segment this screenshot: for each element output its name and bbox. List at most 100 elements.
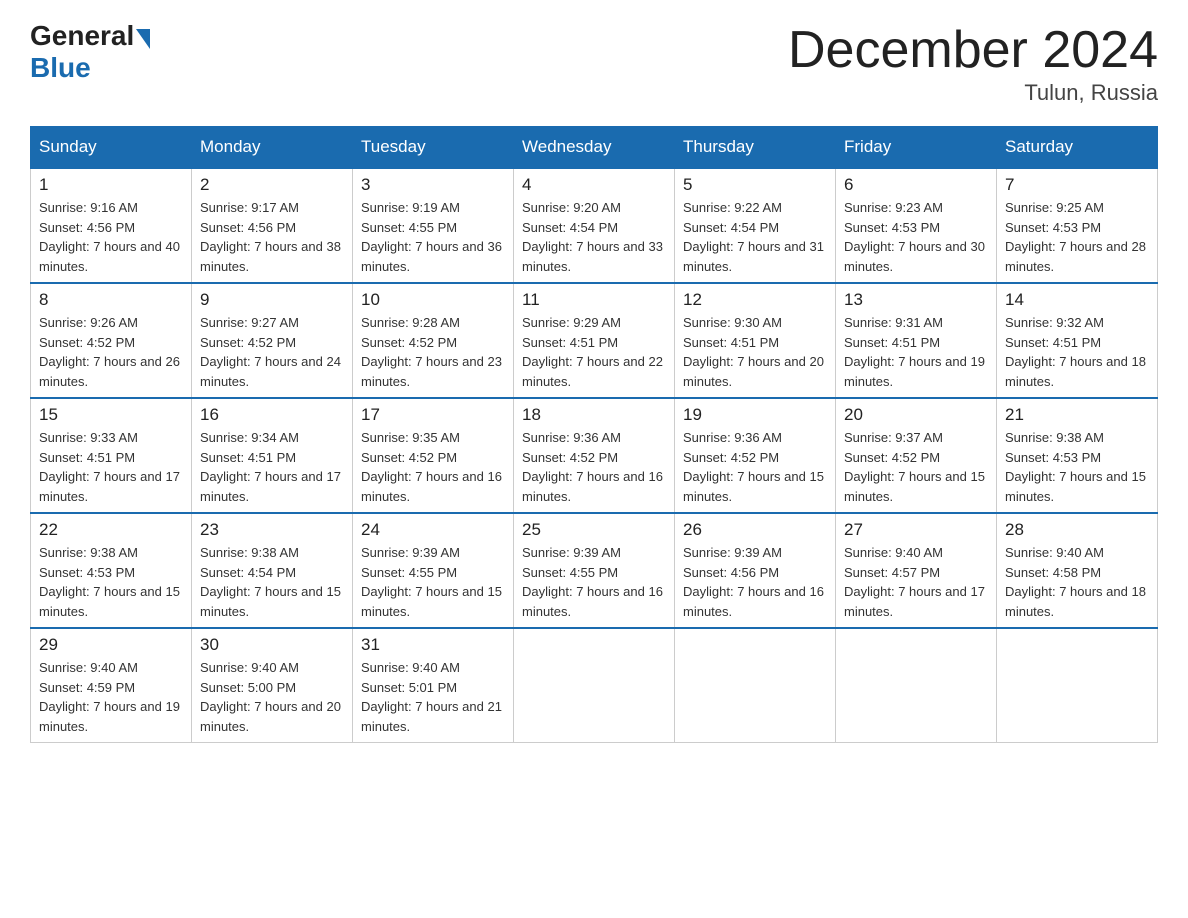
table-row: 30 Sunrise: 9:40 AM Sunset: 5:00 PM Dayl… bbox=[192, 628, 353, 743]
day-info: Sunrise: 9:40 AM Sunset: 4:57 PM Dayligh… bbox=[844, 543, 988, 621]
table-row: 11 Sunrise: 9:29 AM Sunset: 4:51 PM Dayl… bbox=[514, 283, 675, 398]
day-number: 26 bbox=[683, 520, 827, 540]
day-number: 25 bbox=[522, 520, 666, 540]
day-number: 19 bbox=[683, 405, 827, 425]
logo-blue-text: Blue bbox=[30, 52, 91, 84]
table-row: 31 Sunrise: 9:40 AM Sunset: 5:01 PM Dayl… bbox=[353, 628, 514, 743]
day-number: 4 bbox=[522, 175, 666, 195]
day-info: Sunrise: 9:36 AM Sunset: 4:52 PM Dayligh… bbox=[683, 428, 827, 506]
day-number: 10 bbox=[361, 290, 505, 310]
day-number: 27 bbox=[844, 520, 988, 540]
table-row: 6 Sunrise: 9:23 AM Sunset: 4:53 PM Dayli… bbox=[836, 168, 997, 283]
day-info: Sunrise: 9:27 AM Sunset: 4:52 PM Dayligh… bbox=[200, 313, 344, 391]
day-number: 24 bbox=[361, 520, 505, 540]
table-row: 5 Sunrise: 9:22 AM Sunset: 4:54 PM Dayli… bbox=[675, 168, 836, 283]
day-info: Sunrise: 9:39 AM Sunset: 4:55 PM Dayligh… bbox=[522, 543, 666, 621]
table-row: 20 Sunrise: 9:37 AM Sunset: 4:52 PM Dayl… bbox=[836, 398, 997, 513]
calendar-header-row: Sunday Monday Tuesday Wednesday Thursday… bbox=[31, 127, 1158, 169]
month-title: December 2024 bbox=[788, 20, 1158, 80]
table-row: 8 Sunrise: 9:26 AM Sunset: 4:52 PM Dayli… bbox=[31, 283, 192, 398]
day-info: Sunrise: 9:19 AM Sunset: 4:55 PM Dayligh… bbox=[361, 198, 505, 276]
table-row: 13 Sunrise: 9:31 AM Sunset: 4:51 PM Dayl… bbox=[836, 283, 997, 398]
day-number: 16 bbox=[200, 405, 344, 425]
day-info: Sunrise: 9:37 AM Sunset: 4:52 PM Dayligh… bbox=[844, 428, 988, 506]
day-number: 1 bbox=[39, 175, 183, 195]
table-row bbox=[675, 628, 836, 743]
day-number: 9 bbox=[200, 290, 344, 310]
day-info: Sunrise: 9:34 AM Sunset: 4:51 PM Dayligh… bbox=[200, 428, 344, 506]
logo-general-text: General bbox=[30, 20, 134, 52]
day-number: 13 bbox=[844, 290, 988, 310]
day-info: Sunrise: 9:38 AM Sunset: 4:54 PM Dayligh… bbox=[200, 543, 344, 621]
logo: General Blue bbox=[30, 20, 150, 84]
day-number: 17 bbox=[361, 405, 505, 425]
day-info: Sunrise: 9:40 AM Sunset: 5:01 PM Dayligh… bbox=[361, 658, 505, 736]
calendar-week-row: 8 Sunrise: 9:26 AM Sunset: 4:52 PM Dayli… bbox=[31, 283, 1158, 398]
day-info: Sunrise: 9:40 AM Sunset: 4:58 PM Dayligh… bbox=[1005, 543, 1149, 621]
day-info: Sunrise: 9:29 AM Sunset: 4:51 PM Dayligh… bbox=[522, 313, 666, 391]
col-sunday: Sunday bbox=[31, 127, 192, 169]
day-number: 7 bbox=[1005, 175, 1149, 195]
day-number: 31 bbox=[361, 635, 505, 655]
table-row: 21 Sunrise: 9:38 AM Sunset: 4:53 PM Dayl… bbox=[997, 398, 1158, 513]
table-row: 14 Sunrise: 9:32 AM Sunset: 4:51 PM Dayl… bbox=[997, 283, 1158, 398]
day-info: Sunrise: 9:20 AM Sunset: 4:54 PM Dayligh… bbox=[522, 198, 666, 276]
title-block: December 2024 Tulun, Russia bbox=[788, 20, 1158, 106]
calendar-table: Sunday Monday Tuesday Wednesday Thursday… bbox=[30, 126, 1158, 743]
day-info: Sunrise: 9:38 AM Sunset: 4:53 PM Dayligh… bbox=[39, 543, 183, 621]
calendar-week-row: 15 Sunrise: 9:33 AM Sunset: 4:51 PM Dayl… bbox=[31, 398, 1158, 513]
day-number: 3 bbox=[361, 175, 505, 195]
day-info: Sunrise: 9:16 AM Sunset: 4:56 PM Dayligh… bbox=[39, 198, 183, 276]
day-number: 29 bbox=[39, 635, 183, 655]
day-info: Sunrise: 9:39 AM Sunset: 4:56 PM Dayligh… bbox=[683, 543, 827, 621]
day-info: Sunrise: 9:35 AM Sunset: 4:52 PM Dayligh… bbox=[361, 428, 505, 506]
table-row: 3 Sunrise: 9:19 AM Sunset: 4:55 PM Dayli… bbox=[353, 168, 514, 283]
day-number: 21 bbox=[1005, 405, 1149, 425]
table-row: 12 Sunrise: 9:30 AM Sunset: 4:51 PM Dayl… bbox=[675, 283, 836, 398]
calendar-week-row: 29 Sunrise: 9:40 AM Sunset: 4:59 PM Dayl… bbox=[31, 628, 1158, 743]
calendar-week-row: 22 Sunrise: 9:38 AM Sunset: 4:53 PM Dayl… bbox=[31, 513, 1158, 628]
day-number: 6 bbox=[844, 175, 988, 195]
day-number: 18 bbox=[522, 405, 666, 425]
table-row: 22 Sunrise: 9:38 AM Sunset: 4:53 PM Dayl… bbox=[31, 513, 192, 628]
day-info: Sunrise: 9:31 AM Sunset: 4:51 PM Dayligh… bbox=[844, 313, 988, 391]
table-row: 4 Sunrise: 9:20 AM Sunset: 4:54 PM Dayli… bbox=[514, 168, 675, 283]
table-row: 28 Sunrise: 9:40 AM Sunset: 4:58 PM Dayl… bbox=[997, 513, 1158, 628]
col-tuesday: Tuesday bbox=[353, 127, 514, 169]
day-number: 5 bbox=[683, 175, 827, 195]
table-row bbox=[997, 628, 1158, 743]
day-info: Sunrise: 9:30 AM Sunset: 4:51 PM Dayligh… bbox=[683, 313, 827, 391]
day-info: Sunrise: 9:32 AM Sunset: 4:51 PM Dayligh… bbox=[1005, 313, 1149, 391]
day-number: 8 bbox=[39, 290, 183, 310]
day-info: Sunrise: 9:17 AM Sunset: 4:56 PM Dayligh… bbox=[200, 198, 344, 276]
col-saturday: Saturday bbox=[997, 127, 1158, 169]
day-number: 22 bbox=[39, 520, 183, 540]
table-row: 10 Sunrise: 9:28 AM Sunset: 4:52 PM Dayl… bbox=[353, 283, 514, 398]
day-number: 2 bbox=[200, 175, 344, 195]
day-info: Sunrise: 9:26 AM Sunset: 4:52 PM Dayligh… bbox=[39, 313, 183, 391]
day-info: Sunrise: 9:25 AM Sunset: 4:53 PM Dayligh… bbox=[1005, 198, 1149, 276]
table-row: 29 Sunrise: 9:40 AM Sunset: 4:59 PM Dayl… bbox=[31, 628, 192, 743]
logo-arrow-icon bbox=[136, 29, 150, 49]
table-row: 2 Sunrise: 9:17 AM Sunset: 4:56 PM Dayli… bbox=[192, 168, 353, 283]
day-info: Sunrise: 9:22 AM Sunset: 4:54 PM Dayligh… bbox=[683, 198, 827, 276]
day-number: 15 bbox=[39, 405, 183, 425]
day-info: Sunrise: 9:38 AM Sunset: 4:53 PM Dayligh… bbox=[1005, 428, 1149, 506]
table-row: 25 Sunrise: 9:39 AM Sunset: 4:55 PM Dayl… bbox=[514, 513, 675, 628]
day-number: 30 bbox=[200, 635, 344, 655]
day-number: 20 bbox=[844, 405, 988, 425]
table-row: 19 Sunrise: 9:36 AM Sunset: 4:52 PM Dayl… bbox=[675, 398, 836, 513]
day-number: 23 bbox=[200, 520, 344, 540]
day-number: 12 bbox=[683, 290, 827, 310]
col-friday: Friday bbox=[836, 127, 997, 169]
day-number: 28 bbox=[1005, 520, 1149, 540]
table-row: 24 Sunrise: 9:39 AM Sunset: 4:55 PM Dayl… bbox=[353, 513, 514, 628]
table-row: 7 Sunrise: 9:25 AM Sunset: 4:53 PM Dayli… bbox=[997, 168, 1158, 283]
day-info: Sunrise: 9:39 AM Sunset: 4:55 PM Dayligh… bbox=[361, 543, 505, 621]
day-number: 14 bbox=[1005, 290, 1149, 310]
table-row: 23 Sunrise: 9:38 AM Sunset: 4:54 PM Dayl… bbox=[192, 513, 353, 628]
table-row: 17 Sunrise: 9:35 AM Sunset: 4:52 PM Dayl… bbox=[353, 398, 514, 513]
table-row: 27 Sunrise: 9:40 AM Sunset: 4:57 PM Dayl… bbox=[836, 513, 997, 628]
col-thursday: Thursday bbox=[675, 127, 836, 169]
day-number: 11 bbox=[522, 290, 666, 310]
